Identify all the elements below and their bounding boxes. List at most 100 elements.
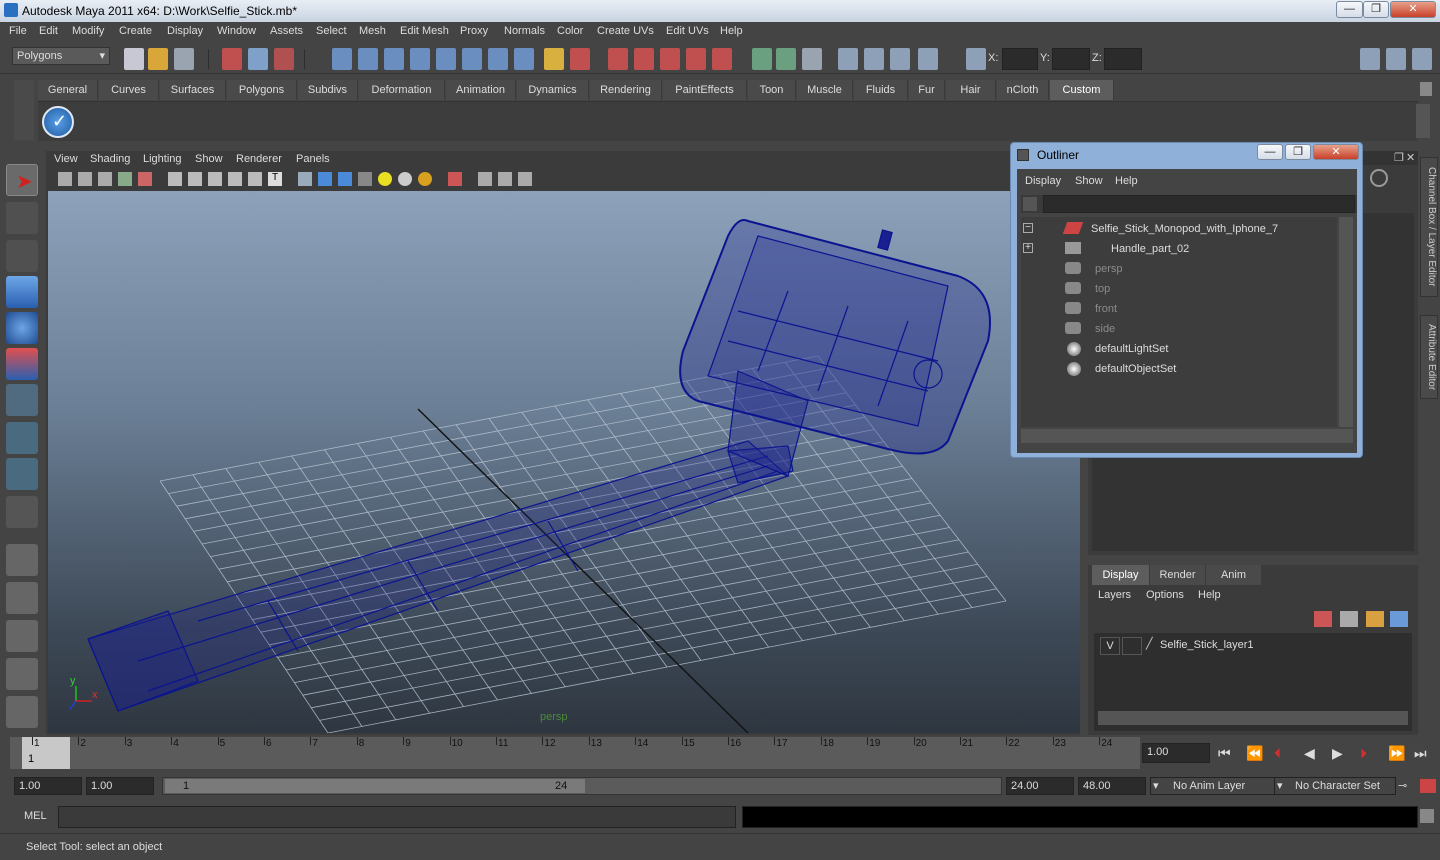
two-d-pan-icon[interactable]	[138, 172, 152, 186]
menu-edit-mesh[interactable]: Edit Mesh	[400, 25, 449, 37]
last-tool-icon[interactable]	[6, 496, 38, 528]
menu-help[interactable]: Help	[720, 25, 743, 37]
menu-edit[interactable]: Edit	[39, 25, 58, 37]
lock-icon[interactable]	[544, 48, 564, 70]
current-time-marker[interactable]: 1	[22, 737, 70, 769]
attribute-editor-toggle-icon[interactable]	[1360, 48, 1380, 70]
menu-modify[interactable]: Modify	[72, 25, 104, 37]
menu-set-dropdown[interactable]: Polygons ▾	[12, 47, 110, 65]
menu-create-uvs[interactable]: Create UVs	[597, 25, 654, 37]
shelf-tab-deformation[interactable]: Deformation	[359, 80, 445, 100]
layer-menu-help[interactable]: Help	[1198, 589, 1221, 601]
command-language-label[interactable]: MEL	[24, 810, 47, 822]
minimize-button[interactable]: —	[1336, 1, 1363, 18]
new-scene-icon[interactable]	[124, 48, 144, 70]
single-perspective-layout-icon[interactable]	[6, 544, 38, 576]
playback-start-input[interactable]: 1.00	[86, 777, 154, 795]
end-time-input[interactable]: 48.00	[1078, 777, 1146, 795]
snap-curve-icon[interactable]	[358, 48, 378, 70]
shelf-tab-fluids[interactable]: Fluids	[854, 80, 908, 100]
xray-joints-icon[interactable]	[498, 172, 512, 186]
step-back-icon[interactable]: ⏪	[1246, 745, 1263, 762]
soft-modification-icon[interactable]	[6, 422, 38, 454]
gate-mask-icon[interactable]	[228, 172, 242, 186]
outliner-close-button[interactable]: ✕	[1313, 144, 1359, 160]
safe-title-icon[interactable]: T	[268, 172, 282, 186]
input-mode-icon[interactable]	[776, 48, 796, 70]
layer-menu-options[interactable]: Options	[1146, 589, 1184, 601]
isolate-select-icon[interactable]	[448, 172, 462, 186]
paint-select-tool-icon[interactable]	[6, 240, 38, 272]
snap-vertex-icon[interactable]	[462, 48, 482, 70]
shelf-tab-fur[interactable]: Fur	[909, 80, 945, 100]
universal-manipulator-icon[interactable]	[6, 384, 38, 416]
shelf-tab-surfaces[interactable]: Surfaces	[160, 80, 226, 100]
textured-icon[interactable]	[358, 172, 372, 186]
snap-view-plane-icon[interactable]	[410, 48, 430, 70]
go-to-start-icon[interactable]: ⏮	[1218, 745, 1231, 762]
x-transform-input[interactable]	[1002, 48, 1038, 70]
bookmark-icon[interactable]	[98, 172, 112, 186]
menu-mesh[interactable]: Mesh	[359, 25, 386, 37]
show-manipulator-icon[interactable]	[6, 458, 38, 490]
layer-visibility-toggle[interactable]: V	[1100, 637, 1120, 655]
new-layer-selected-icon[interactable]	[1390, 611, 1408, 627]
layer-row[interactable]: V ╱ Selfie_Stick_layer1	[1098, 637, 1408, 655]
image-plane-icon[interactable]	[118, 172, 132, 186]
y-transform-input[interactable]	[1052, 48, 1090, 70]
hypershade-icon[interactable]	[686, 48, 706, 70]
outliner-item-front[interactable]: front	[1021, 299, 1341, 319]
default-lighting-icon[interactable]	[378, 172, 392, 186]
outliner-item-handle[interactable]: + Handle_part_02	[1021, 239, 1341, 259]
render-view-icon[interactable]	[712, 48, 732, 70]
channel-box-toggle-icon[interactable]	[1412, 48, 1432, 70]
four-view-layout-icon[interactable]	[6, 582, 38, 614]
ipr-render-icon[interactable]	[634, 48, 654, 70]
input-line-icon[interactable]	[752, 48, 772, 70]
wireframe-on-shaded-icon[interactable]	[338, 172, 352, 186]
outliner-menu-help[interactable]: Help	[1115, 175, 1138, 187]
render-settings-icon[interactable]	[660, 48, 680, 70]
scene-view[interactable]: y x persp	[48, 191, 1080, 733]
shelf-tab-painteffects[interactable]: PaintEffects	[663, 80, 747, 100]
trax-editor-icon[interactable]	[918, 48, 938, 70]
channel-menu-icon[interactable]	[1370, 169, 1388, 187]
menu-normals[interactable]: Normals	[504, 25, 545, 37]
absolute-transform-icon[interactable]	[966, 48, 986, 70]
step-forward-key-icon[interactable]: ⏵	[1360, 745, 1367, 762]
outliner-restore-button[interactable]: ❐	[1285, 144, 1311, 160]
step-back-key-icon[interactable]: ⏴	[1274, 745, 1281, 762]
shelf-menu-handle[interactable]	[14, 80, 34, 140]
clipboard-icon[interactable]	[802, 48, 822, 70]
move-tool-icon[interactable]	[6, 276, 38, 308]
outliner-item-default-light-set[interactable]: defaultLightSet	[1021, 339, 1341, 359]
all-lights-icon[interactable]	[398, 172, 412, 186]
time-slider[interactable]: 1 1 2 3 4 5 6 7 8 9 10 11 12 13 14 15 16 17 18 19 20 21 22 23 2…	[10, 737, 1140, 769]
outliner-item-selfie-stick[interactable]: − Selfie_Stick_Monopod_with_Iphone_7	[1021, 219, 1341, 239]
grid-toggle-icon[interactable]	[168, 172, 182, 186]
layer-tab-display[interactable]: Display	[1092, 565, 1150, 585]
menu-display[interactable]: Display	[167, 25, 203, 37]
outliner-item-default-object-set[interactable]: defaultObjectSet	[1021, 359, 1341, 379]
start-time-input[interactable]: 1.00	[14, 777, 82, 795]
menu-color[interactable]: Color	[557, 25, 583, 37]
playback-end-input[interactable]: 24.00	[1006, 777, 1074, 795]
layer-menu-layers[interactable]: Layers	[1098, 589, 1131, 601]
outliner-item-top[interactable]: top	[1021, 279, 1341, 299]
play-backward-icon[interactable]: ◀	[1304, 745, 1315, 762]
go-to-end-icon[interactable]: ⏭	[1414, 745, 1427, 762]
close-button[interactable]: ✕	[1390, 1, 1436, 18]
lasso-tool-icon[interactable]	[6, 202, 38, 234]
tab-channel-box-layer-editor[interactable]: Channel Box / Layer Editor	[1420, 157, 1438, 297]
save-scene-icon[interactable]	[174, 48, 194, 70]
outliner-search-input[interactable]	[1043, 195, 1355, 213]
shelf-tab-subdivs[interactable]: Subdivs	[298, 80, 358, 100]
history-icon[interactable]	[570, 48, 590, 70]
field-chart-icon[interactable]	[248, 172, 262, 186]
hypershade-layout-icon[interactable]	[6, 696, 38, 728]
resolution-gate-icon[interactable]	[208, 172, 222, 186]
menu-select[interactable]: Select	[316, 25, 347, 37]
menu-window[interactable]: Window	[217, 25, 256, 37]
perspective-viewport[interactable]: View Shading Lighting Show Renderer Pane…	[46, 151, 1080, 735]
camera-select-icon[interactable]	[58, 172, 72, 186]
